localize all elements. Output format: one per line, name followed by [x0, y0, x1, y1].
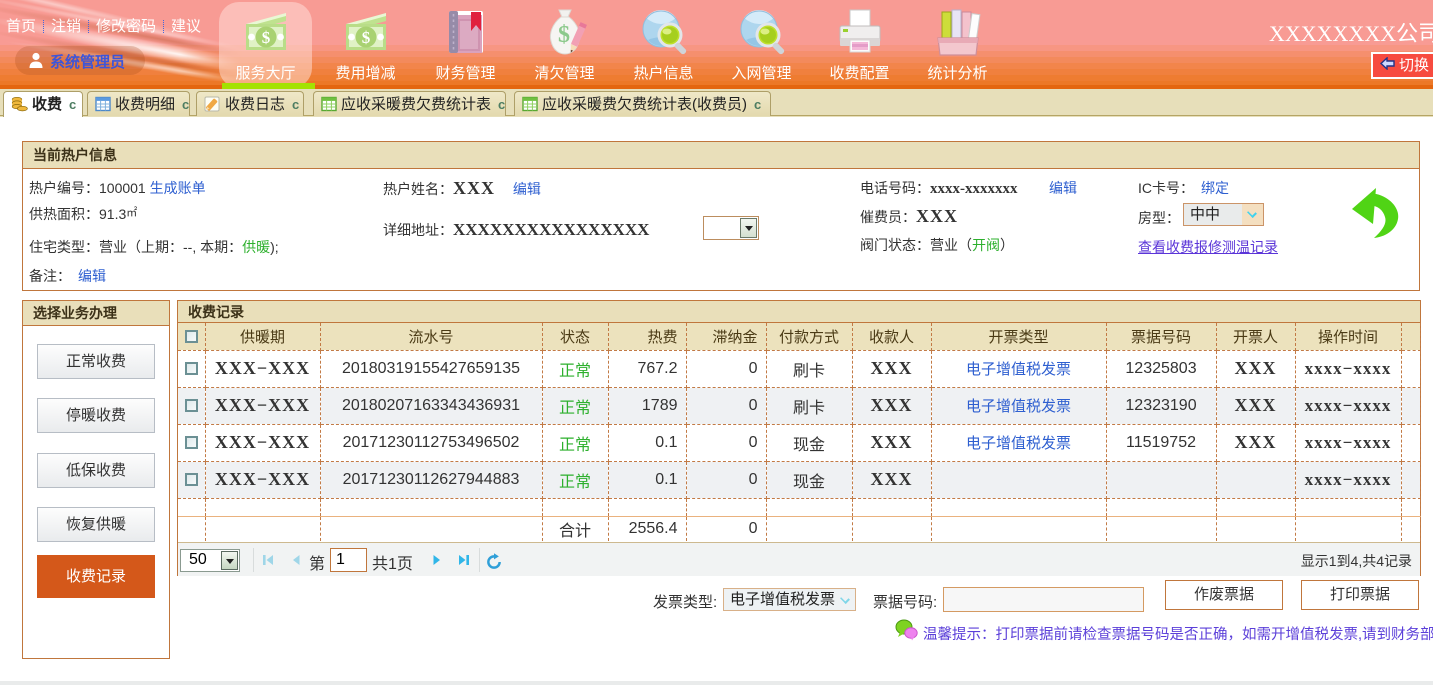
svg-text:$: $: [261, 28, 270, 47]
svg-text:$: $: [558, 22, 570, 48]
svg-text:$: $: [361, 28, 370, 47]
